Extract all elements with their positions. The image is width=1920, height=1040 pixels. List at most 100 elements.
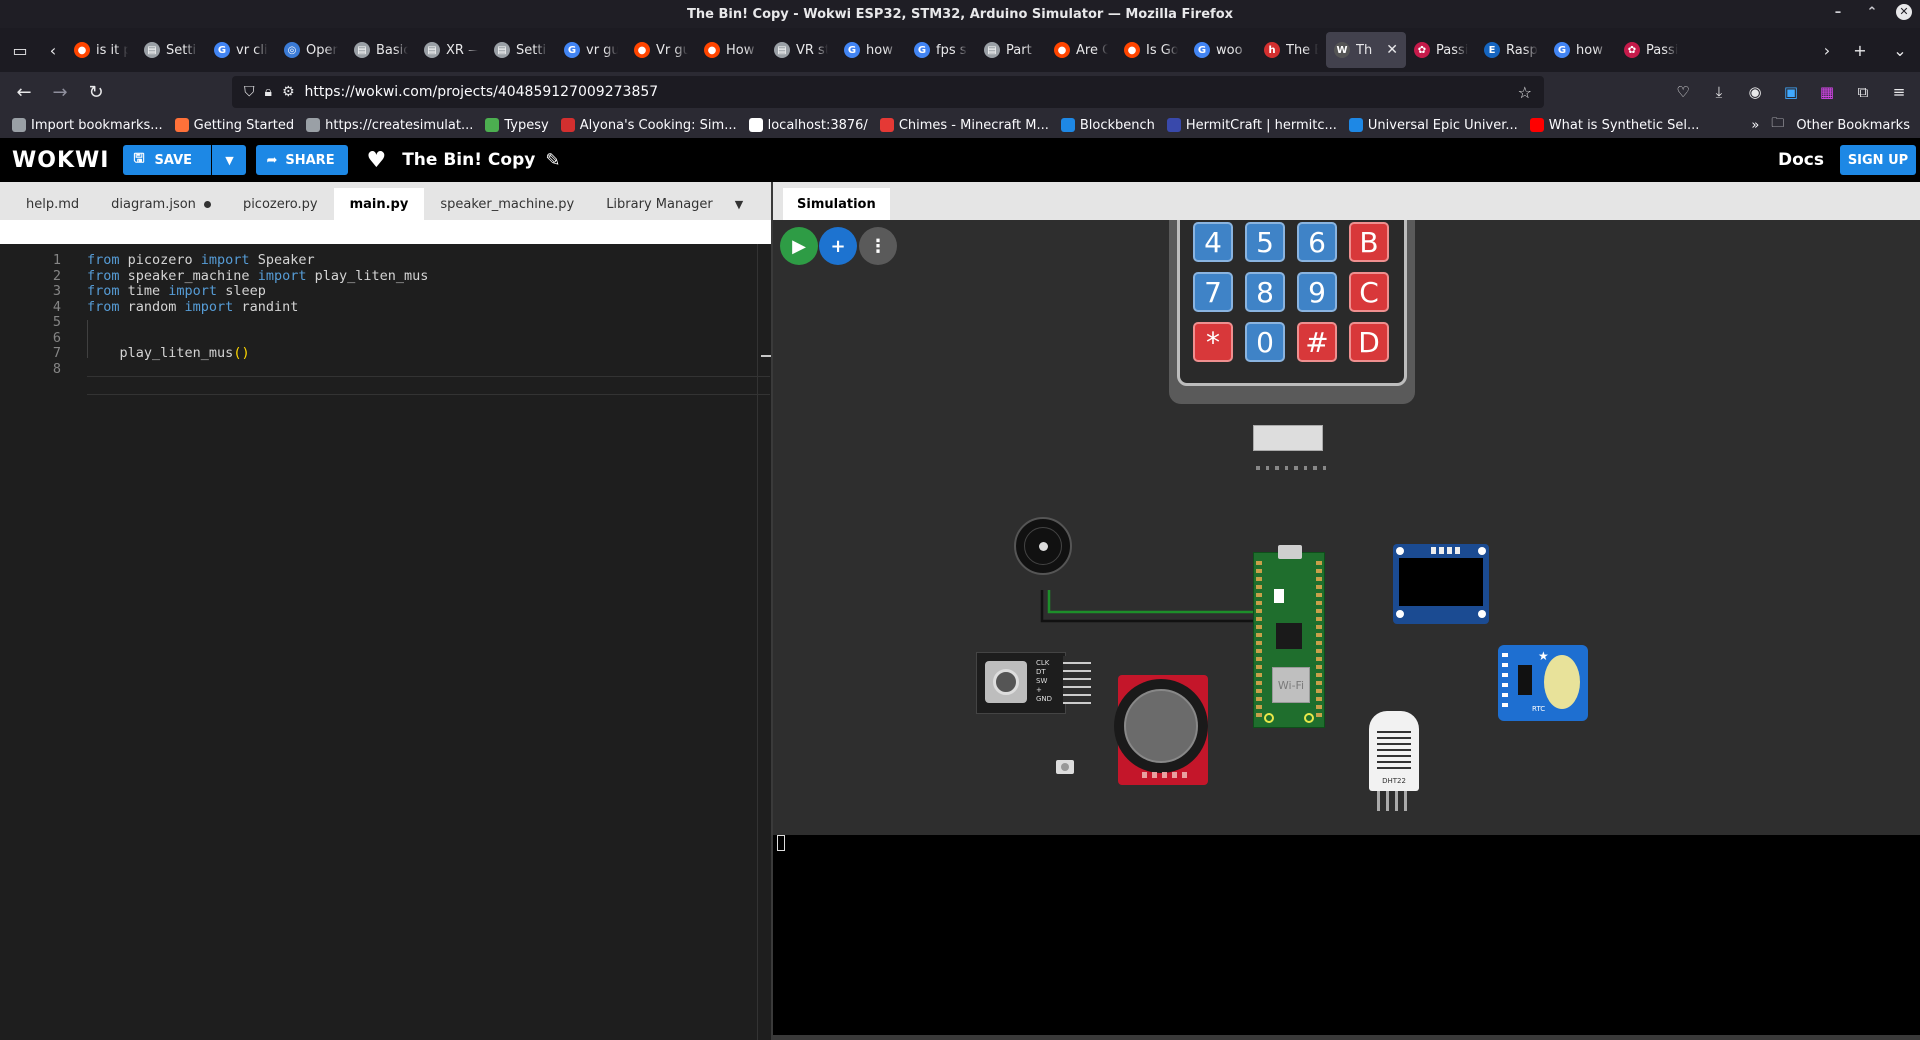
editor-tab[interactable]: picozero.py (227, 188, 334, 220)
keypad-key[interactable]: 0 (1245, 322, 1285, 362)
other-bookmarks[interactable]: Other Bookmarks (1796, 118, 1910, 133)
code-editor[interactable]: 1 from picozero import Speaker 2 from speak… (0, 244, 773, 1040)
downloads-icon[interactable]: ⤓ (1704, 76, 1734, 108)
scroll-tabs-left-icon[interactable]: ‹ (40, 28, 66, 72)
bookmark-item[interactable]: Blockbench (1060, 118, 1155, 133)
browser-tab[interactable]: ▤ VR st (766, 32, 836, 68)
editor-tab[interactable]: help.md (10, 188, 95, 220)
restore-icon[interactable]: ⌃ (1862, 5, 1882, 20)
new-tab-icon[interactable]: + (1840, 28, 1880, 72)
browser-tab[interactable]: ▤ Part (976, 32, 1046, 68)
browser-tab[interactable]: ▤ Setti (136, 32, 206, 68)
browser-tab[interactable]: ● How (696, 32, 766, 68)
browser-tab[interactable]: ◎ Open (276, 32, 346, 68)
bookmark-item[interactable]: HermitCraft | hermitc... (1166, 118, 1337, 133)
edit-pencil-icon[interactable]: ✎ (545, 150, 560, 171)
bookmarks-chevron-icon[interactable]: » (1751, 118, 1759, 133)
raspberry-pi-pico-w[interactable]: Wi-Fi (1253, 545, 1325, 728)
keypad-key[interactable]: # (1297, 322, 1337, 362)
buzzer[interactable] (1014, 517, 1072, 575)
like-heart-icon[interactable]: ♥ (366, 148, 386, 173)
tab-simulation[interactable]: Simulation (783, 188, 890, 220)
lock-icon[interactable]: 🔒︎ (265, 84, 272, 100)
browser-tab[interactable]: E Raspl (1476, 32, 1546, 68)
rtc-module[interactable]: ★ RTC (1498, 645, 1588, 721)
bookmark-item[interactable]: localhost:3876/ (748, 118, 868, 133)
code-line[interactable]: 8 (0, 360, 770, 379)
editor-scrollbar[interactable] (757, 244, 773, 1040)
keypad-key[interactable]: 5 (1245, 222, 1285, 262)
editor-tabs-menu-icon[interactable]: ▼ (729, 188, 749, 220)
list-tabs-icon[interactable]: ⌄ (1880, 28, 1920, 72)
browser-tab[interactable]: Gfps sl (906, 32, 976, 68)
browser-tab[interactable]: ▤ XR — (416, 32, 486, 68)
add-part-button[interactable]: + (819, 227, 857, 265)
browser-tab[interactable]: ✿ Passi (1616, 32, 1686, 68)
tab-overview-icon[interactable]: ▭ (0, 28, 40, 72)
keypad-key[interactable]: 8 (1245, 272, 1285, 312)
reload-icon[interactable]: ↻ (78, 76, 114, 108)
browser-tab[interactable]: ▤ Setti (486, 32, 556, 68)
keypad-key[interactable]: 7 (1193, 272, 1233, 312)
browser-tab[interactable]: Gvr gu (556, 32, 626, 68)
account-icon[interactable]: ◉ (1740, 76, 1770, 108)
forward-icon[interactable]: → (42, 76, 78, 108)
keypad-key[interactable]: 6 (1297, 222, 1337, 262)
pocket-icon[interactable]: ♡ (1668, 76, 1698, 108)
small-led[interactable] (1056, 760, 1074, 774)
editor-tab[interactable]: diagram.json (95, 188, 227, 220)
browser-tab[interactable]: ● Are C (1046, 32, 1116, 68)
bookmark-item[interactable]: Chimes - Minecraft M... (879, 118, 1049, 133)
close-tab-icon[interactable]: ✕ (1386, 42, 1398, 58)
membrane-keypad[interactable]: 123A456B789C*0#D (1169, 220, 1415, 404)
browser-tab[interactable]: h The E (1256, 32, 1326, 68)
editor-tab[interactable]: Library Manager (590, 188, 729, 220)
browser-tab[interactable]: Ghow t (1546, 32, 1616, 68)
browser-tab[interactable]: ● is it p (66, 32, 136, 68)
bookmark-item[interactable]: https://createsimulat... (306, 118, 473, 133)
dht22-sensor[interactable]: DHT22 (1369, 711, 1419, 791)
docs-link[interactable]: Docs (1778, 150, 1824, 170)
permissions-icon[interactable]: ⚙︎ (282, 84, 295, 100)
bookmark-item[interactable]: Alyona's Cooking: Sim... (560, 118, 737, 133)
browser-tab[interactable]: Gwoo (1186, 32, 1256, 68)
keypad-key[interactable]: B (1349, 222, 1389, 262)
scroll-tabs-right-icon[interactable]: › (1814, 28, 1840, 72)
keypad-key[interactable]: 9 (1297, 272, 1337, 312)
browser-tab[interactable]: Ghow t (836, 32, 906, 68)
start-simulation-button[interactable]: ▶ (780, 227, 818, 265)
browser-tab[interactable]: Gvr cli (206, 32, 276, 68)
bookmark-item[interactable]: Import bookmarks... (12, 118, 163, 133)
editor-tab[interactable]: speaker_machine.py (424, 188, 590, 220)
editor-tab[interactable]: main.py (333, 188, 425, 220)
back-icon[interactable]: ← (6, 76, 42, 108)
oled-display[interactable] (1393, 544, 1489, 624)
simulation-canvas[interactable]: ▶ + ⋮ 123A456B789C*0#D CLKDTSW+GND (773, 220, 1920, 835)
url-bar[interactable]: ⛉ 🔒︎ ⚙︎ https://wokwi.com/projects/40485… (232, 76, 1544, 108)
share-button[interactable]: ➦ SHARE (256, 145, 349, 175)
color-extension-icon[interactable]: ▦ (1812, 76, 1842, 108)
extensions-icon[interactable]: ⧉ (1848, 76, 1878, 108)
rotary-encoder[interactable]: CLK DT SW + GND (976, 652, 1066, 714)
wokwi-logo[interactable]: WOKWI (12, 148, 109, 173)
project-title[interactable]: The Bin! Copy (402, 150, 535, 170)
keypad-key[interactable]: * (1193, 322, 1233, 362)
url-text[interactable]: https://wokwi.com/projects/4048591270092… (305, 84, 659, 100)
browser-tab[interactable]: ✿ Passi (1406, 32, 1476, 68)
minimize-icon[interactable]: – (1828, 5, 1848, 20)
browser-tab[interactable]: ● Vr gu (626, 32, 696, 68)
bookmark-item[interactable]: Typesy (485, 118, 549, 133)
menu-icon[interactable]: ≡ (1884, 76, 1914, 108)
close-window-icon[interactable]: ✕ (1896, 4, 1912, 20)
bookmark-item[interactable]: Universal Epic Univer... (1348, 118, 1518, 133)
browser-tab[interactable]: ● Is Go (1116, 32, 1186, 68)
more-options-button[interactable]: ⋮ (859, 227, 897, 265)
analog-joystick[interactable] (1114, 675, 1208, 785)
browser-tab[interactable]: W Th ✕ (1326, 32, 1406, 68)
keypad-key[interactable]: D (1349, 322, 1389, 362)
save-button[interactable]: 🖫︎ SAVE (123, 145, 212, 175)
save-dropdown-button[interactable]: ▼ (212, 145, 247, 175)
tracking-shield-icon[interactable]: ⛉ (244, 84, 255, 100)
serial-monitor[interactable] (773, 835, 1920, 1035)
browser-tab[interactable]: ▤ Basic (346, 32, 416, 68)
